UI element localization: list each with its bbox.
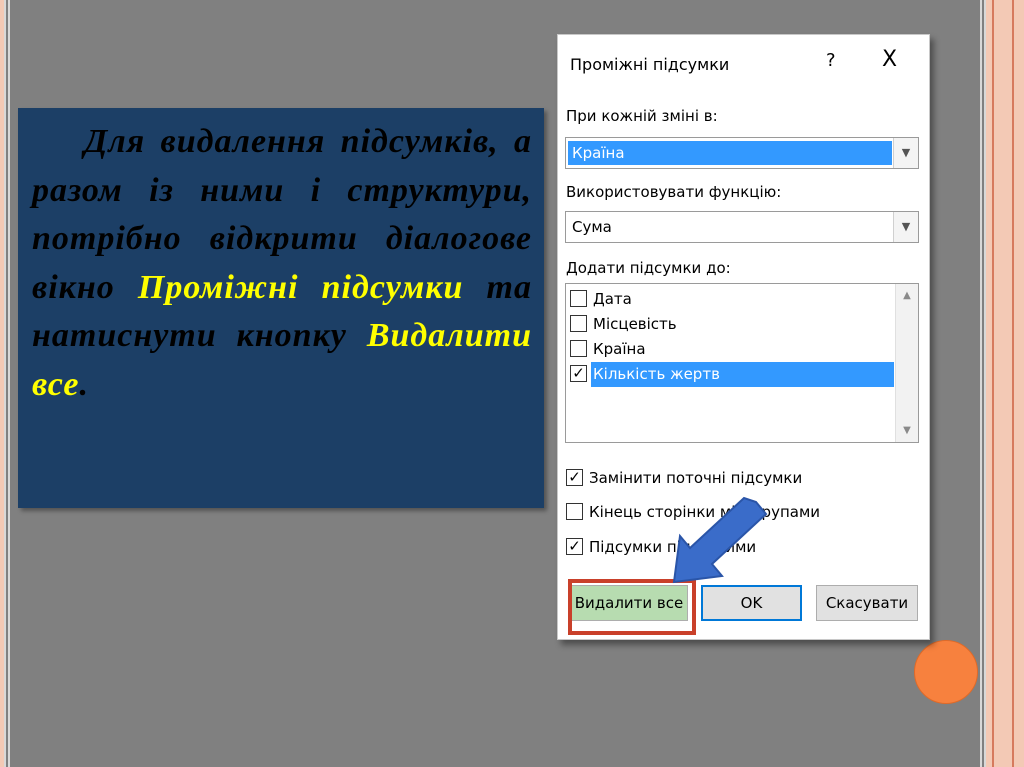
slide: Для видалення підсумків, а разом із ними… <box>0 0 1024 767</box>
checkbox[interactable] <box>570 290 587 307</box>
checkbox-checked[interactable]: ✓ <box>566 469 583 486</box>
checkbox[interactable] <box>566 503 583 520</box>
list-scrollbar[interactable]: ▲ ▼ <box>895 284 918 442</box>
checkbox[interactable] <box>570 340 587 357</box>
decorative-stripes <box>986 0 1024 767</box>
field-label: Кількість жертв <box>591 362 894 387</box>
instruction-text-end: . <box>79 365 89 403</box>
instruction-panel: Для видалення підсумків, а разом із ними… <box>18 108 544 508</box>
list-item[interactable]: Дата <box>568 287 894 312</box>
decorative-circle <box>914 640 978 704</box>
group-by-value: Країна <box>568 141 892 165</box>
checkbox-checked[interactable]: ✓ <box>570 365 587 382</box>
field-label: Місцевість <box>593 315 677 333</box>
dialog-title: Проміжні підсумки <box>570 55 730 74</box>
field-label: Дата <box>593 290 632 308</box>
function-label: Використовувати функцію: <box>566 183 782 201</box>
highlight-dialog-name: Проміжні підсумки <box>137 268 464 306</box>
fields-listbox[interactable]: Дата Місцевість Країна ✓ Кількість жертв… <box>565 283 919 443</box>
chevron-down-icon[interactable]: ▼ <box>893 212 918 242</box>
cancel-button[interactable]: Скасувати <box>816 585 918 621</box>
field-label: Країна <box>593 340 646 358</box>
list-item[interactable]: ✓ Кількість жертв <box>568 362 894 387</box>
list-item[interactable]: Місцевість <box>568 312 894 337</box>
function-value: Сума <box>572 218 612 236</box>
scroll-down-icon[interactable]: ▼ <box>896 425 918 436</box>
chevron-down-icon[interactable]: ▼ <box>893 138 918 168</box>
checkbox[interactable] <box>570 315 587 332</box>
checkbox-checked[interactable]: ✓ <box>566 538 583 555</box>
option-label: Замінити поточні підсумки <box>589 469 803 487</box>
group-by-select[interactable]: Країна ▼ <box>565 137 919 169</box>
function-select[interactable]: Сума ▼ <box>565 211 919 243</box>
scroll-up-icon[interactable]: ▲ <box>896 290 918 301</box>
help-icon[interactable]: ? <box>826 50 836 71</box>
add-to-label: Додати підсумки до: <box>566 259 731 277</box>
instruction-text: Для видалення підсумків, а разом із ними… <box>32 118 532 409</box>
group-by-label: При кожній зміні в: <box>566 107 718 125</box>
pointer-arrow-icon <box>672 496 768 584</box>
close-icon[interactable]: X <box>882 47 897 72</box>
list-item[interactable]: Країна <box>568 337 894 362</box>
